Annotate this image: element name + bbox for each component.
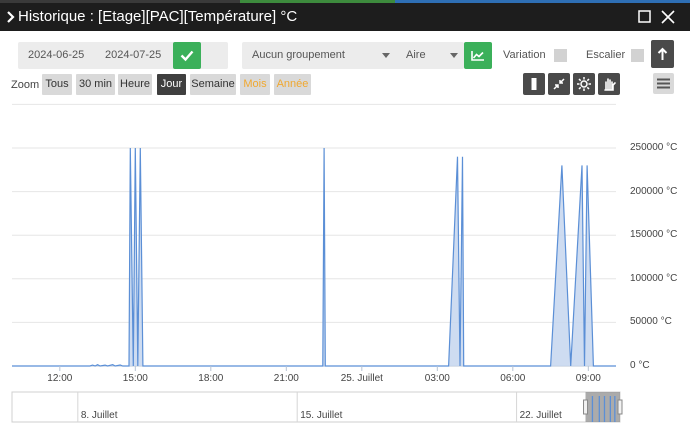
zoom-year-button: Année	[274, 74, 311, 95]
chevron-right-icon[interactable]	[5, 9, 17, 25]
window-title: Historique : [Etage][PAC][Température] °…	[18, 8, 298, 25]
x-tick-label: 18:00	[198, 373, 224, 384]
y-tick-label: 50000 °C	[630, 316, 672, 328]
x-tick-label: 03:00	[424, 373, 450, 384]
history-chart[interactable]	[0, 98, 690, 441]
y-tick-label: 100000 °C	[630, 272, 678, 284]
y-tick-label: 150000 °C	[630, 229, 678, 241]
y-tick-label: 0 °C	[630, 360, 650, 371]
line-chart-icon	[471, 51, 484, 61]
series-line	[12, 147, 616, 367]
chevron-down-icon[interactable]	[382, 53, 390, 58]
zoom-month-button: Mois	[240, 74, 270, 95]
series-area	[12, 148, 616, 366]
navigator-label: 22. Juillet	[519, 410, 562, 421]
y-tick-label: 200000 °C	[630, 185, 678, 197]
variation-checkbox[interactable]	[554, 49, 567, 62]
variation-label: Variation	[503, 49, 546, 61]
zoom-30min-button[interactable]: 30 min	[76, 74, 115, 95]
pan-tool-button[interactable]	[598, 73, 620, 95]
chart-menu-button[interactable]	[653, 73, 674, 94]
navigator-label: 15. Juillet	[300, 410, 343, 421]
zoom-label: Zoom	[11, 79, 40, 91]
bar-tool-button[interactable]	[523, 73, 545, 95]
close-icon[interactable]	[660, 9, 676, 25]
window-titlebar: Historique : [Etage][PAC][Température] °…	[0, 3, 690, 31]
maximize-icon[interactable]	[637, 9, 653, 25]
arrow-up-icon	[657, 47, 668, 60]
x-tick-label: 15:00	[122, 373, 148, 384]
navigator-handle-left[interactable]	[583, 399, 589, 415]
compress-tool-button[interactable]	[548, 73, 570, 95]
hamburger-menu-icon	[657, 78, 670, 89]
navigator-handle-right[interactable]	[617, 399, 623, 415]
compress-icon	[553, 78, 565, 90]
bar-icon	[531, 78, 537, 90]
x-tick-label: 06:00	[500, 373, 526, 384]
validate-dates-button[interactable]	[173, 42, 201, 69]
grouping-select[interactable]: Aucun groupement	[252, 42, 345, 69]
grouping-panel: Aucun groupement Aire	[242, 42, 464, 69]
chart-type-select[interactable]: Aire	[406, 42, 426, 69]
x-tick-label: 21:00	[273, 373, 299, 384]
check-icon	[180, 50, 194, 62]
date-start-input[interactable]	[28, 42, 98, 69]
date-end-input[interactable]	[105, 42, 175, 69]
settings-icon	[577, 77, 591, 91]
x-tick-label: 25. Juillet	[340, 373, 383, 384]
x-tick-label: 09:00	[575, 373, 601, 384]
x-axis-ticks	[59, 366, 589, 371]
settings-tool-button[interactable]	[573, 73, 595, 95]
y-tick-label: 250000 °C	[630, 142, 678, 153]
chevron-down-icon[interactable]	[450, 53, 458, 58]
x-tick-label: 12:00	[47, 373, 73, 384]
escalier-checkbox[interactable]	[631, 49, 644, 62]
navigator-label: 8. Juillet	[80, 410, 118, 421]
zoom-day-button[interactable]: Jour	[157, 74, 186, 95]
zoom-all-button[interactable]: Tous	[42, 74, 72, 95]
escalier-label: Escalier	[586, 49, 626, 61]
zoom-week-button[interactable]: Semaine	[190, 74, 236, 95]
zoom-hour-button[interactable]: Heure	[118, 74, 152, 95]
chart-gridlines	[12, 103, 616, 367]
chart-options-button[interactable]	[464, 42, 492, 69]
compare-button[interactable]	[651, 40, 674, 68]
hand-icon	[604, 78, 616, 91]
